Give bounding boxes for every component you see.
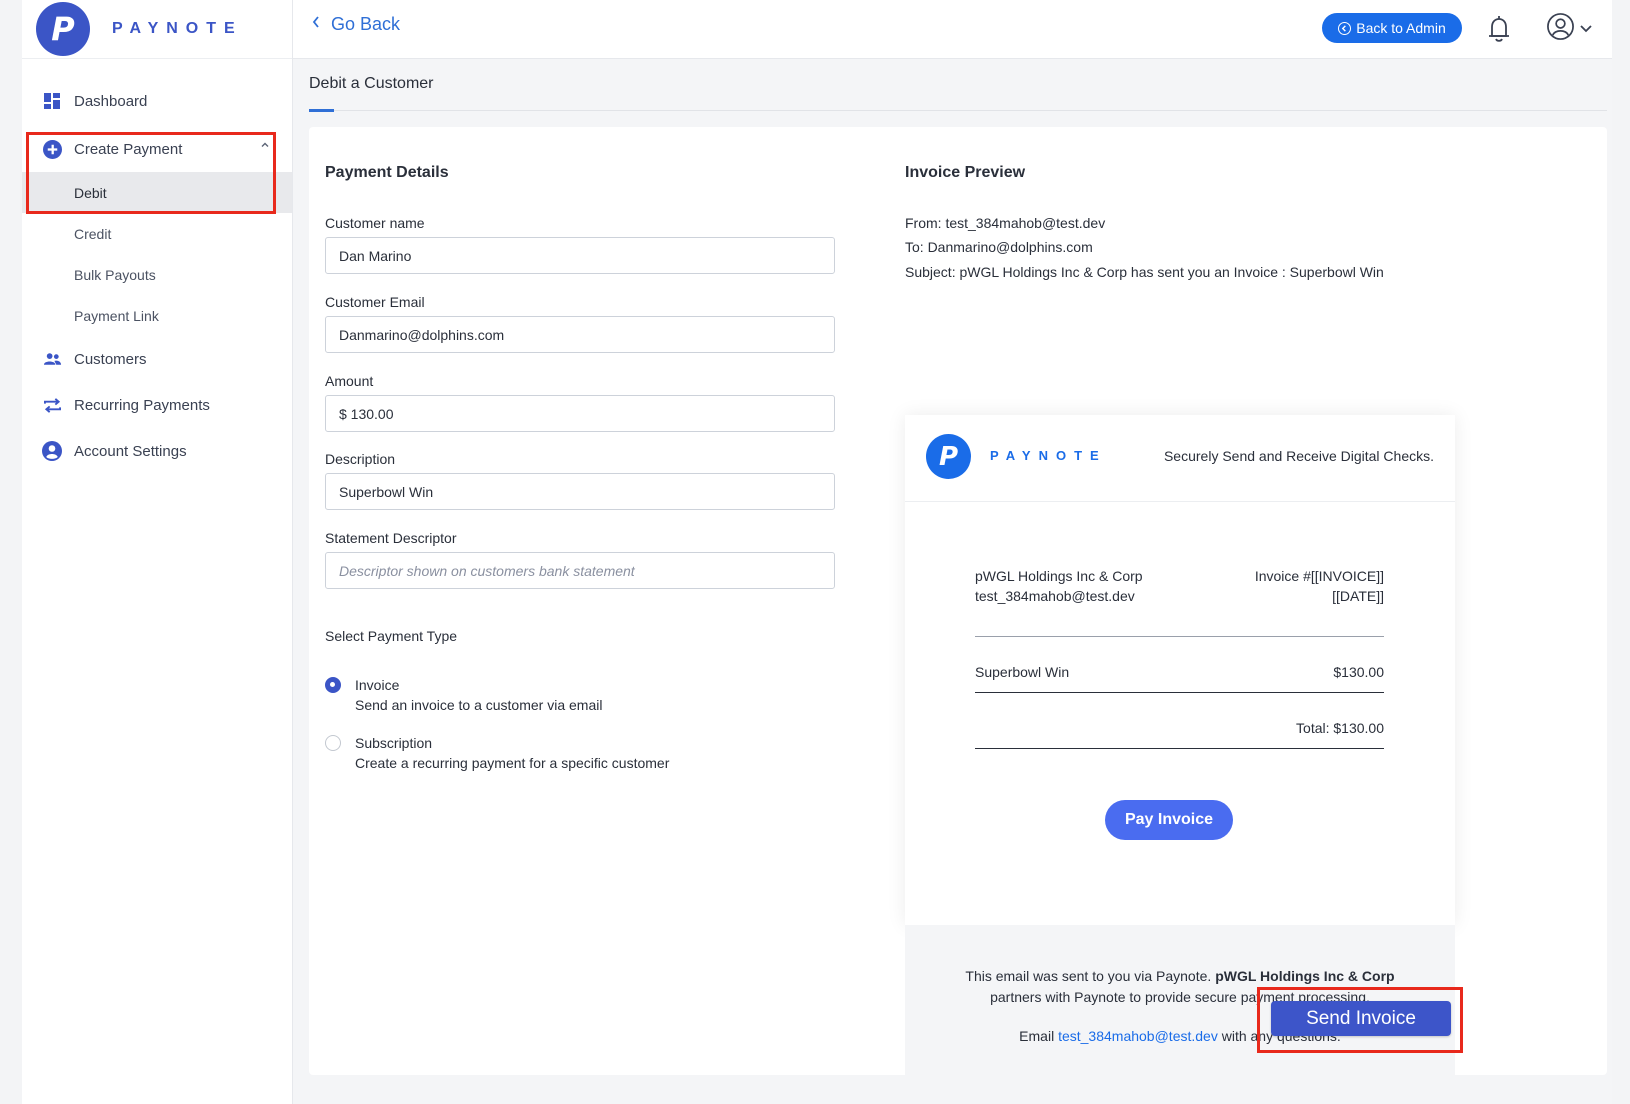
description-input[interactable] (325, 473, 835, 510)
invoice-option-title: Invoice (355, 677, 400, 693)
sidebar-subitem-bulk-payouts[interactable]: Bulk Payouts (22, 254, 292, 295)
subscription-option-desc: Create a recurring payment for a specifi… (355, 755, 670, 771)
topbar: Go Back Back to Admin (293, 0, 1612, 59)
payment-details-title: Payment Details (325, 164, 449, 181)
invoice-company-email: test_384mahob@test.dev (975, 588, 1135, 604)
chevron-left-icon (311, 15, 321, 34)
email-tagline: Securely Send and Receive Digital Checks… (1163, 448, 1434, 464)
invoice-date: [[DATE]] (1332, 588, 1384, 604)
invoice-email-preview: P PAYNOTE Securely Send and Receive Digi… (905, 415, 1455, 925)
sidebar-subitem-payment-link[interactable]: Payment Link (22, 295, 292, 336)
customer-email-label: Customer Email (325, 294, 425, 310)
arrow-left-circle-icon (1338, 21, 1352, 35)
sidebar-subitem-credit[interactable]: Credit (22, 213, 292, 254)
sidebar-item-create-payment[interactable]: Create Payment (22, 126, 292, 172)
statement-descriptor-input[interactable] (325, 552, 835, 589)
payment-card: Payment Details Customer name Customer E… (309, 127, 1607, 1104)
invoice-divider (975, 636, 1384, 637)
repeat-arrows-icon (42, 395, 62, 415)
sidebar-subitem-debit[interactable]: Debit (22, 172, 292, 213)
invoice-number: Invoice #[[INVOICE]] (1254, 568, 1384, 584)
left-gutter (0, 0, 22, 1104)
bell-icon[interactable] (1485, 14, 1513, 44)
sidebar-item-label: Account Settings (74, 442, 187, 460)
users-icon (42, 349, 62, 369)
sidebar-item-label: Create Payment (74, 140, 183, 158)
go-back-link[interactable]: Go Back (311, 14, 400, 35)
footer-email-link[interactable]: test_384mahob@test.dev (1058, 1028, 1218, 1044)
right-gutter (1612, 0, 1630, 1104)
sidebar-item-dashboard[interactable]: Dashboard (22, 78, 292, 124)
page-title: Debit a Customer (309, 75, 434, 92)
sidebar-item-label: Dashboard (74, 92, 148, 110)
email-header: P PAYNOTE Securely Send and Receive Digi… (905, 415, 1455, 502)
payment-type-subscription[interactable]: Subscription Create a recurring payment … (325, 733, 669, 773)
user-circle-icon (42, 441, 62, 461)
sidebar: P PAYNOTE Dashboard Create Payment Debit… (22, 0, 293, 1104)
customer-name-input[interactable] (325, 237, 835, 274)
amount-input[interactable] (325, 395, 835, 432)
go-back-label: Go Back (331, 14, 401, 34)
invoice-divider (975, 692, 1384, 693)
customer-name-label: Customer name (325, 215, 425, 231)
invoice-radio[interactable] (325, 677, 341, 693)
dashboard-grid-icon (42, 91, 62, 111)
invoice-company: pWGL Holdings Inc & Corp (975, 568, 1143, 584)
tab-divider (309, 110, 1607, 111)
description-label: Description (325, 451, 396, 467)
sidebar-item-account-settings[interactable]: Account Settings (22, 428, 292, 474)
invoice-total: Total: $130.00 (1296, 720, 1384, 736)
email-subject: Subject: pWGL Holdings Inc & Corp has se… (905, 264, 1384, 280)
sidebar-nav: Dashboard Create Payment Debit Credit Bu… (22, 78, 292, 474)
plus-circle-icon (42, 139, 62, 159)
payment-type-invoice[interactable]: Invoice Send an invoice to a customer vi… (325, 675, 602, 715)
sidebar-item-label: Customers (74, 350, 147, 368)
invoice-line-item: Superbowl Win (975, 664, 1070, 680)
invoice-option-desc: Send an invoice to a customer via email (355, 697, 603, 713)
subscription-option-title: Subscription (355, 735, 433, 751)
customer-email-input[interactable] (325, 316, 835, 353)
email-to: To: Danmarino@dolphins.com (905, 239, 1093, 255)
sidebar-item-recurring-payments[interactable]: Recurring Payments (22, 382, 292, 428)
user-circle-icon (1546, 12, 1575, 46)
paynote-logo: P (36, 2, 90, 56)
email-brand-name: PAYNOTE (990, 448, 1107, 463)
sidebar-item-customers[interactable]: Customers (22, 336, 292, 382)
invoice-preview-title: Invoice Preview (905, 164, 1026, 181)
subscription-radio[interactable] (325, 735, 341, 751)
amount-label: Amount (325, 373, 374, 389)
statement-descriptor-label: Statement Descriptor (325, 530, 457, 546)
chevron-up-icon (260, 139, 270, 153)
payment-type-label: Select Payment Type (325, 628, 458, 644)
brand[interactable]: P PAYNOTE (22, 0, 292, 59)
send-invoice-button[interactable]: Send Invoice (1271, 1001, 1451, 1036)
brand-name: PAYNOTE (112, 20, 243, 37)
email-from: From: test_384mahob@test.dev (905, 215, 1106, 231)
invoice-divider (975, 748, 1384, 749)
sidebar-item-label: Recurring Payments (74, 396, 210, 414)
back-to-admin-label: Back to Admin (1356, 20, 1446, 36)
invoice-line-amount: $130.00 (1333, 664, 1384, 680)
back-to-admin-button[interactable]: Back to Admin (1322, 13, 1462, 43)
paynote-logo: P (926, 434, 971, 479)
user-menu[interactable] (1546, 12, 1600, 46)
pay-invoice-button[interactable]: Pay Invoice (1105, 800, 1233, 840)
tab-active-indicator (309, 109, 334, 112)
chevron-down-icon (1579, 20, 1593, 38)
